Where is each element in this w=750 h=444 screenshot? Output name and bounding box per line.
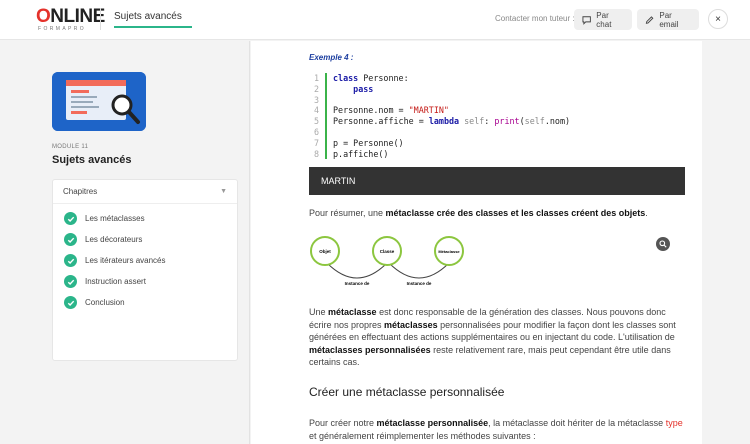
chapter-item-metaclasses[interactable]: Les métaclasses [64,212,145,225]
code-line: 1 class Personne: [313,73,409,84]
code-line: 3 [311,94,631,106]
course-progress-bar [114,26,192,28]
chapter-label: Instruction assert [85,277,146,286]
check-icon [64,212,77,225]
chapter-label: Les métaclasses [85,214,145,223]
course-title: Sujets avancés [114,11,182,22]
chapter-label: Les itérateurs avancés [85,256,166,265]
code-line: 7p = Personne() [313,137,404,149]
chapter-label: Conclusion [85,298,125,307]
intro-paragraph: Pour créer notre métaclasse personnalisé… [309,418,683,441]
summary-paragraph: Pour résumer, une métaclasse crée des cl… [309,208,648,218]
example-label: Exemple 4 : [309,53,354,62]
code-line: 5 Personne.affiche = lambda self: print(s… [313,116,571,127]
code-line: 6 [311,126,631,138]
sidebar: MODULE 11 Sujets avancés Chapitres ▼ Les… [0,41,250,444]
check-icon [64,296,77,309]
top-header: ONLINE FORMAPRO Sujets avancés Contacter… [0,0,750,40]
chapter-item-conclusion[interactable]: Conclusion [64,296,125,309]
check-icon [64,233,77,246]
header-divider [100,8,101,30]
module-thumbnail [52,72,146,131]
course-progress-fill [114,26,192,28]
logo[interactable]: ONLINE FORMAPRO [36,6,105,32]
code-line: 2 pass [313,83,374,95]
code-block: 1 class Personne: 2 pass 3 4 Personne.nom … [311,73,631,160]
module-title: Sujets avancés [52,154,132,166]
node-objet: Objet [319,249,331,254]
tutor-label: Contacter mon tuteur : [495,14,575,23]
chapter-item-assert[interactable]: Instruction assert [64,275,146,288]
chapters-panel: Chapitres ▼ Les métaclasses Les décorate… [52,179,238,361]
close-button[interactable]: × [708,9,728,29]
explanation-paragraph: Une métaclasse est donc responsable de l… [309,307,676,368]
code-line: 8 p.affiche() [313,148,389,160]
email-button[interactable]: Par email [637,9,699,30]
chapter-item-iterateurs[interactable]: Les itérateurs avancés [64,254,166,267]
logo-o: O [36,6,51,27]
metaclass-diagram[interactable]: Objet Classe Métaclasse Instance de Inst… [309,235,469,287]
node-classe: Classe [380,249,395,254]
pencil-icon [645,15,654,24]
module-label: MODULE 11 [52,144,89,150]
code-output: MARTIN [309,167,685,195]
lesson-content: Exemple 4 : 1 class Personne: 2 pass 3 4P… [251,41,702,444]
check-icon [64,275,77,288]
right-gutter [702,41,750,444]
chat-button[interactable]: Par chat [574,9,632,30]
code-line: 4 Personne.nom = "MARTIN" [313,105,449,117]
chat-button-label: Par chat [596,10,612,29]
chapter-label: Les décorateurs [85,235,143,244]
chat-icon [582,15,591,25]
close-icon: × [715,13,721,25]
email-button-label: Par email [659,10,679,29]
check-icon [64,254,77,267]
chapters-header: Chapitres [63,187,98,196]
section-heading: Créer une métaclasse personnalisée [309,385,505,399]
zoom-image-button[interactable] [656,237,670,251]
chevron-down-icon: ▼ [220,188,227,195]
edge-label-2: Instance de [407,281,432,286]
logo-text: NLINE [50,6,105,27]
chapters-toggle[interactable]: Chapitres ▼ [53,180,237,204]
node-metaclasse: Métaclasse [438,249,460,254]
edge-label-1: Instance de [345,281,370,286]
chapter-item-decorateurs[interactable]: Les décorateurs [64,233,142,246]
magnifier-icon [659,240,667,248]
